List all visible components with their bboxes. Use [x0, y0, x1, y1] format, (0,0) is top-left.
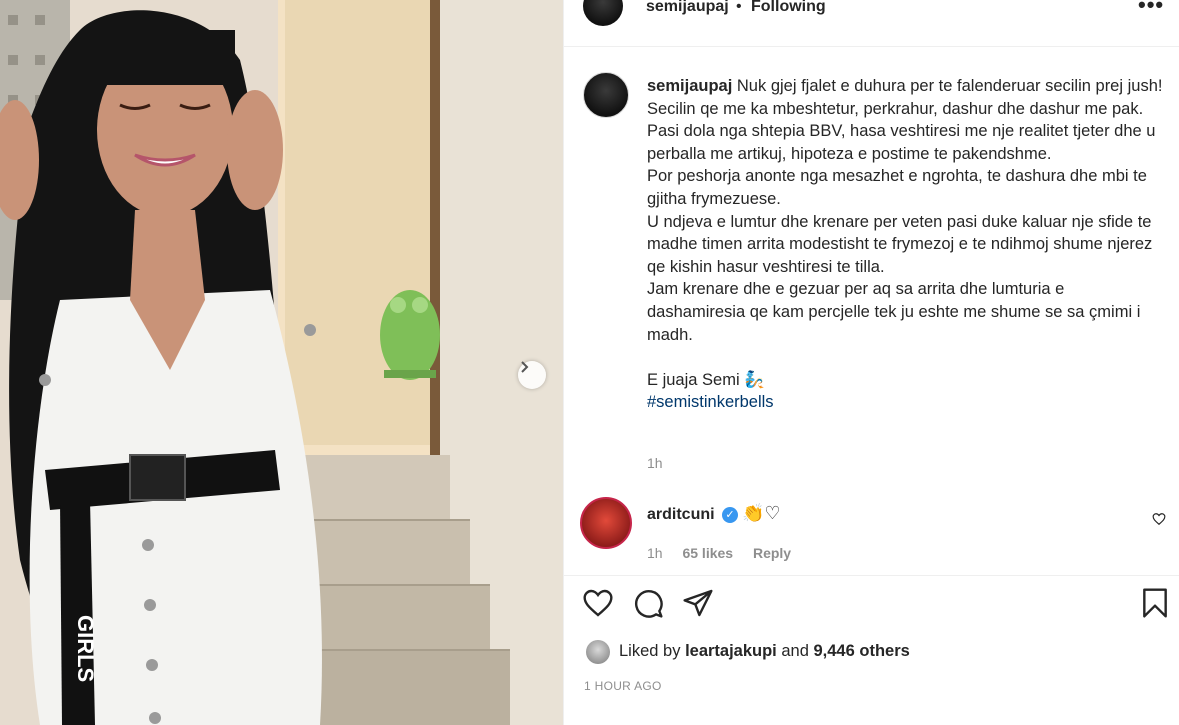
author-avatar[interactable] — [583, 0, 623, 26]
comment-likes-count[interactable]: 65 likes — [682, 545, 733, 561]
verified-badge-icon: ✓ — [722, 507, 738, 523]
chevron-right-icon — [521, 361, 529, 373]
header-separator: • — [736, 0, 742, 15]
likes-text: Liked by leartajakupi and 9,446 others — [619, 642, 910, 661]
caption-line: U ndjeva e lumtur dhe krenare per veten … — [647, 212, 1153, 276]
heart-icon — [583, 589, 613, 617]
post-photo[interactable]: GIRLS — [0, 0, 563, 725]
instagram-post-view: GIRLS semijaupaj • Following ••• semijau… — [0, 0, 1179, 725]
reply-button[interactable]: Reply — [753, 545, 791, 561]
share-icon — [683, 589, 713, 617]
caption-timestamp[interactable]: 1h — [647, 455, 663, 471]
action-bar — [564, 575, 1179, 636]
belt-strap-text: GIRLS — [73, 615, 98, 682]
caption-username[interactable]: semijaupaj — [647, 77, 732, 95]
caption-hashtag-link[interactable]: #semistinkerbells — [647, 391, 1167, 414]
caption-line: Nuk gjej fjalet e duhura per te falender… — [736, 77, 1163, 95]
posted-time[interactable]: 1 HOUR AGO — [584, 679, 662, 693]
commenter-username[interactable]: arditcuni — [647, 506, 715, 524]
liker-avatar[interactable] — [586, 640, 610, 664]
author-username[interactable]: semijaupaj — [646, 0, 729, 16]
caption-avatar[interactable] — [583, 72, 629, 118]
following-button[interactable]: Following — [751, 0, 826, 16]
share-button[interactable] — [682, 587, 714, 624]
comment-button[interactable] — [632, 587, 664, 624]
comment-text: 👏♡ — [742, 503, 781, 523]
heart-icon — [1152, 513, 1166, 526]
post-header: semijaupaj • Following ••• — [564, 0, 1179, 47]
next-photo-button[interactable] — [518, 361, 546, 389]
comment-icon — [635, 590, 663, 618]
comment-timestamp[interactable]: 1h — [647, 545, 663, 561]
post-caption: semijaupaj Nuk gjej fjalet e duhura per … — [647, 75, 1167, 414]
liker-username[interactable]: leartajakupi — [685, 642, 777, 660]
caption-line: Pasi dola nga shtepia BBV, hasa veshtire… — [647, 122, 1156, 163]
comment-meta: 1h 65 likes Reply — [647, 545, 807, 561]
commenter-avatar[interactable] — [580, 497, 632, 549]
caption-line: Jam krenare dhe e gezuar per aq sa arrit… — [647, 280, 1141, 344]
likes-conjunction: and — [781, 642, 809, 660]
save-button[interactable] — [1139, 587, 1171, 624]
post-photo-illustration: GIRLS — [0, 0, 563, 725]
post-side-panel: semijaupaj • Following ••• semijaupaj Nu… — [563, 0, 1179, 725]
bookmark-icon — [1143, 588, 1167, 618]
more-dots-icon[interactable]: ••• — [1138, 0, 1164, 18]
like-button[interactable] — [582, 587, 614, 624]
others-likes-link[interactable]: 9,446 others — [814, 642, 910, 660]
comment-like-button[interactable] — [1152, 512, 1166, 531]
caption-signoff: E juaja Semi 🧞 — [647, 370, 765, 389]
caption-line: Secilin qe me ka mbeshtetur, perkrahur, … — [647, 99, 1144, 118]
caption-line: Por peshorja anonte nga mesazhet e ngroh… — [647, 167, 1147, 208]
liked-by-label: Liked by — [619, 642, 681, 660]
